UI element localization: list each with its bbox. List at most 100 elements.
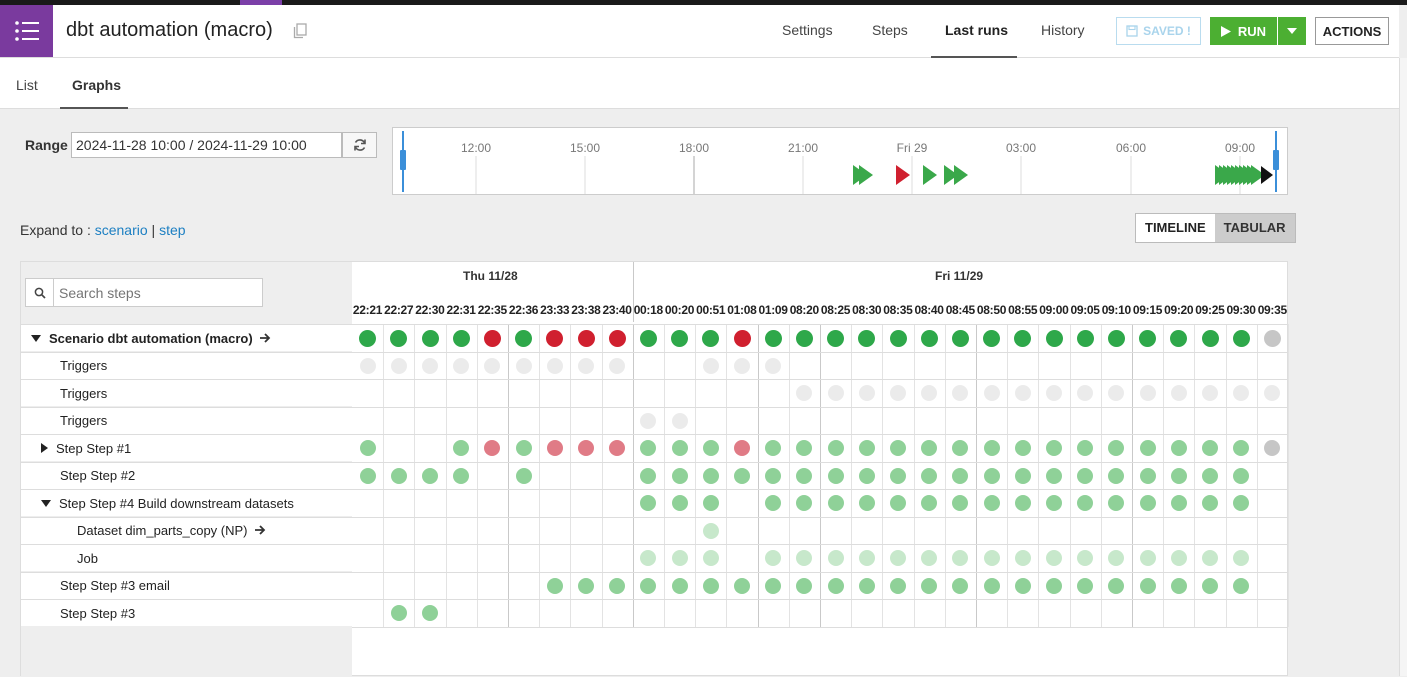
run-status-dot[interactable]	[796, 385, 813, 402]
step-row-label[interactable]: Step Step #2	[21, 461, 352, 489]
run-status-dot[interactable]	[1202, 385, 1218, 402]
run-status-dot[interactable]	[921, 577, 938, 594]
run-status-dot[interactable]	[515, 440, 532, 457]
run-status-dot[interactable]	[952, 577, 969, 594]
step-row-label[interactable]: Job	[21, 544, 352, 571]
run-status-dot[interactable]	[921, 495, 938, 512]
run-status-dot[interactable]	[1139, 329, 1157, 347]
run-status-dot[interactable]	[921, 440, 938, 457]
run-status-dot[interactable]	[1139, 385, 1156, 402]
run-status-dot[interactable]	[577, 329, 595, 347]
run-status-dot[interactable]	[983, 329, 1001, 347]
run-status-dot[interactable]	[952, 440, 969, 457]
run-status-dot[interactable]	[609, 440, 626, 457]
run-marker[interactable]	[923, 165, 937, 185]
run-status-dot[interactable]	[359, 467, 376, 484]
run-status-dot[interactable]	[1014, 577, 1031, 594]
run-status-dot[interactable]	[1046, 577, 1062, 594]
run-status-dot[interactable]	[359, 329, 377, 347]
run-status-dot[interactable]	[1170, 440, 1187, 457]
run-status-dot[interactable]	[827, 467, 844, 484]
step-row-label[interactable]: Dataset dim_parts_copy (NP)	[21, 516, 352, 544]
run-status-dot[interactable]	[733, 329, 751, 347]
run-status-dot[interactable]	[1233, 467, 1250, 484]
run-status-dot[interactable]	[796, 495, 813, 512]
run-status-dot[interactable]	[796, 577, 813, 594]
run-status-dot[interactable]	[390, 467, 407, 484]
search-input[interactable]	[54, 279, 262, 306]
actions-button[interactable]: ACTIONS	[1315, 17, 1389, 45]
timeline-overview[interactable]: 12:00 15:00 18:00 21:00 Fri 29 03:00 06:00 09:0…	[392, 127, 1288, 195]
tab-list[interactable]: List	[16, 77, 38, 93]
run-status-dot[interactable]	[796, 440, 813, 457]
run-status-dot[interactable]	[1108, 550, 1125, 567]
run-status-dot[interactable]	[1077, 385, 1094, 402]
run-status-dot[interactable]	[1202, 577, 1218, 594]
run-status-dot[interactable]	[1077, 577, 1094, 594]
run-status-dot[interactable]	[671, 577, 688, 594]
run-status-dot[interactable]	[671, 495, 688, 512]
run-status-dot[interactable]	[515, 329, 533, 347]
run-status-dot[interactable]	[890, 550, 906, 567]
step-row-label[interactable]: Triggers	[21, 351, 352, 379]
run-status-dot[interactable]	[1139, 440, 1156, 457]
run-status-dot[interactable]	[983, 467, 1000, 484]
run-status-dot[interactable]	[1139, 467, 1156, 484]
run-status-dot[interactable]	[1045, 329, 1063, 347]
run-status-dot[interactable]	[1202, 440, 1218, 457]
run-status-dot[interactable]	[1046, 385, 1062, 402]
run-status-dot[interactable]	[890, 577, 906, 594]
expand-caret-icon[interactable]	[41, 443, 48, 453]
run-status-dot[interactable]	[952, 550, 969, 567]
run-status-dot[interactable]	[422, 357, 438, 374]
run-status-dot[interactable]	[484, 357, 501, 374]
run-status-dot[interactable]	[1014, 495, 1031, 512]
run-status-dot[interactable]	[890, 467, 906, 484]
run-status-dot[interactable]	[1263, 329, 1281, 347]
run-status-dot[interactable]	[858, 495, 875, 512]
run-marker[interactable]	[896, 165, 910, 185]
run-status-dot[interactable]	[1014, 385, 1031, 402]
run-status-dot[interactable]	[734, 577, 750, 594]
run-status-dot[interactable]	[640, 550, 657, 567]
run-button[interactable]: RUN	[1210, 17, 1277, 45]
run-status-dot[interactable]	[422, 467, 438, 484]
run-status-dot[interactable]	[1233, 577, 1250, 594]
run-status-dot[interactable]	[546, 577, 563, 594]
run-status-dot[interactable]	[1170, 329, 1188, 347]
run-status-dot[interactable]	[390, 357, 407, 374]
run-status-dot[interactable]	[765, 467, 782, 484]
run-status-dot[interactable]	[890, 440, 906, 457]
run-status-dot[interactable]	[483, 329, 501, 347]
run-status-dot[interactable]	[1233, 385, 1250, 402]
expand-scenario-link[interactable]: scenario	[95, 222, 148, 238]
run-status-dot[interactable]	[359, 357, 376, 374]
run-status-dot[interactable]	[1108, 577, 1125, 594]
step-row-label[interactable]: Scenario dbt automation (macro)	[21, 324, 352, 351]
run-status-dot[interactable]	[921, 467, 938, 484]
refresh-button[interactable]	[342, 132, 377, 158]
tabular-view-button[interactable]: TABULAR	[1214, 214, 1295, 242]
run-status-dot[interactable]	[515, 467, 532, 484]
run-status-dot[interactable]	[1233, 440, 1250, 457]
tab-settings[interactable]: Settings	[782, 22, 833, 38]
step-row-label[interactable]: Step Step #4 Build downstream datasets	[21, 489, 352, 516]
arrow-right-icon[interactable]	[259, 331, 271, 346]
tab-last-runs[interactable]: Last runs	[945, 22, 1008, 38]
range-input[interactable]	[71, 132, 342, 158]
run-status-dot[interactable]	[453, 440, 470, 457]
run-status-dot[interactable]	[578, 357, 594, 374]
run-status-dot[interactable]	[983, 385, 1000, 402]
run-status-dot[interactable]	[827, 440, 844, 457]
run-status-dot[interactable]	[1046, 467, 1062, 484]
run-status-dot[interactable]	[858, 467, 875, 484]
run-status-dot[interactable]	[1139, 550, 1156, 567]
run-status-dot[interactable]	[1139, 495, 1156, 512]
run-status-dot[interactable]	[858, 385, 875, 402]
run-status-dot[interactable]	[858, 329, 876, 347]
run-status-dot[interactable]	[765, 440, 782, 457]
run-status-dot[interactable]	[1233, 495, 1250, 512]
run-status-dot[interactable]	[639, 329, 657, 347]
run-options-button[interactable]	[1278, 17, 1306, 45]
run-status-dot[interactable]	[765, 357, 782, 374]
